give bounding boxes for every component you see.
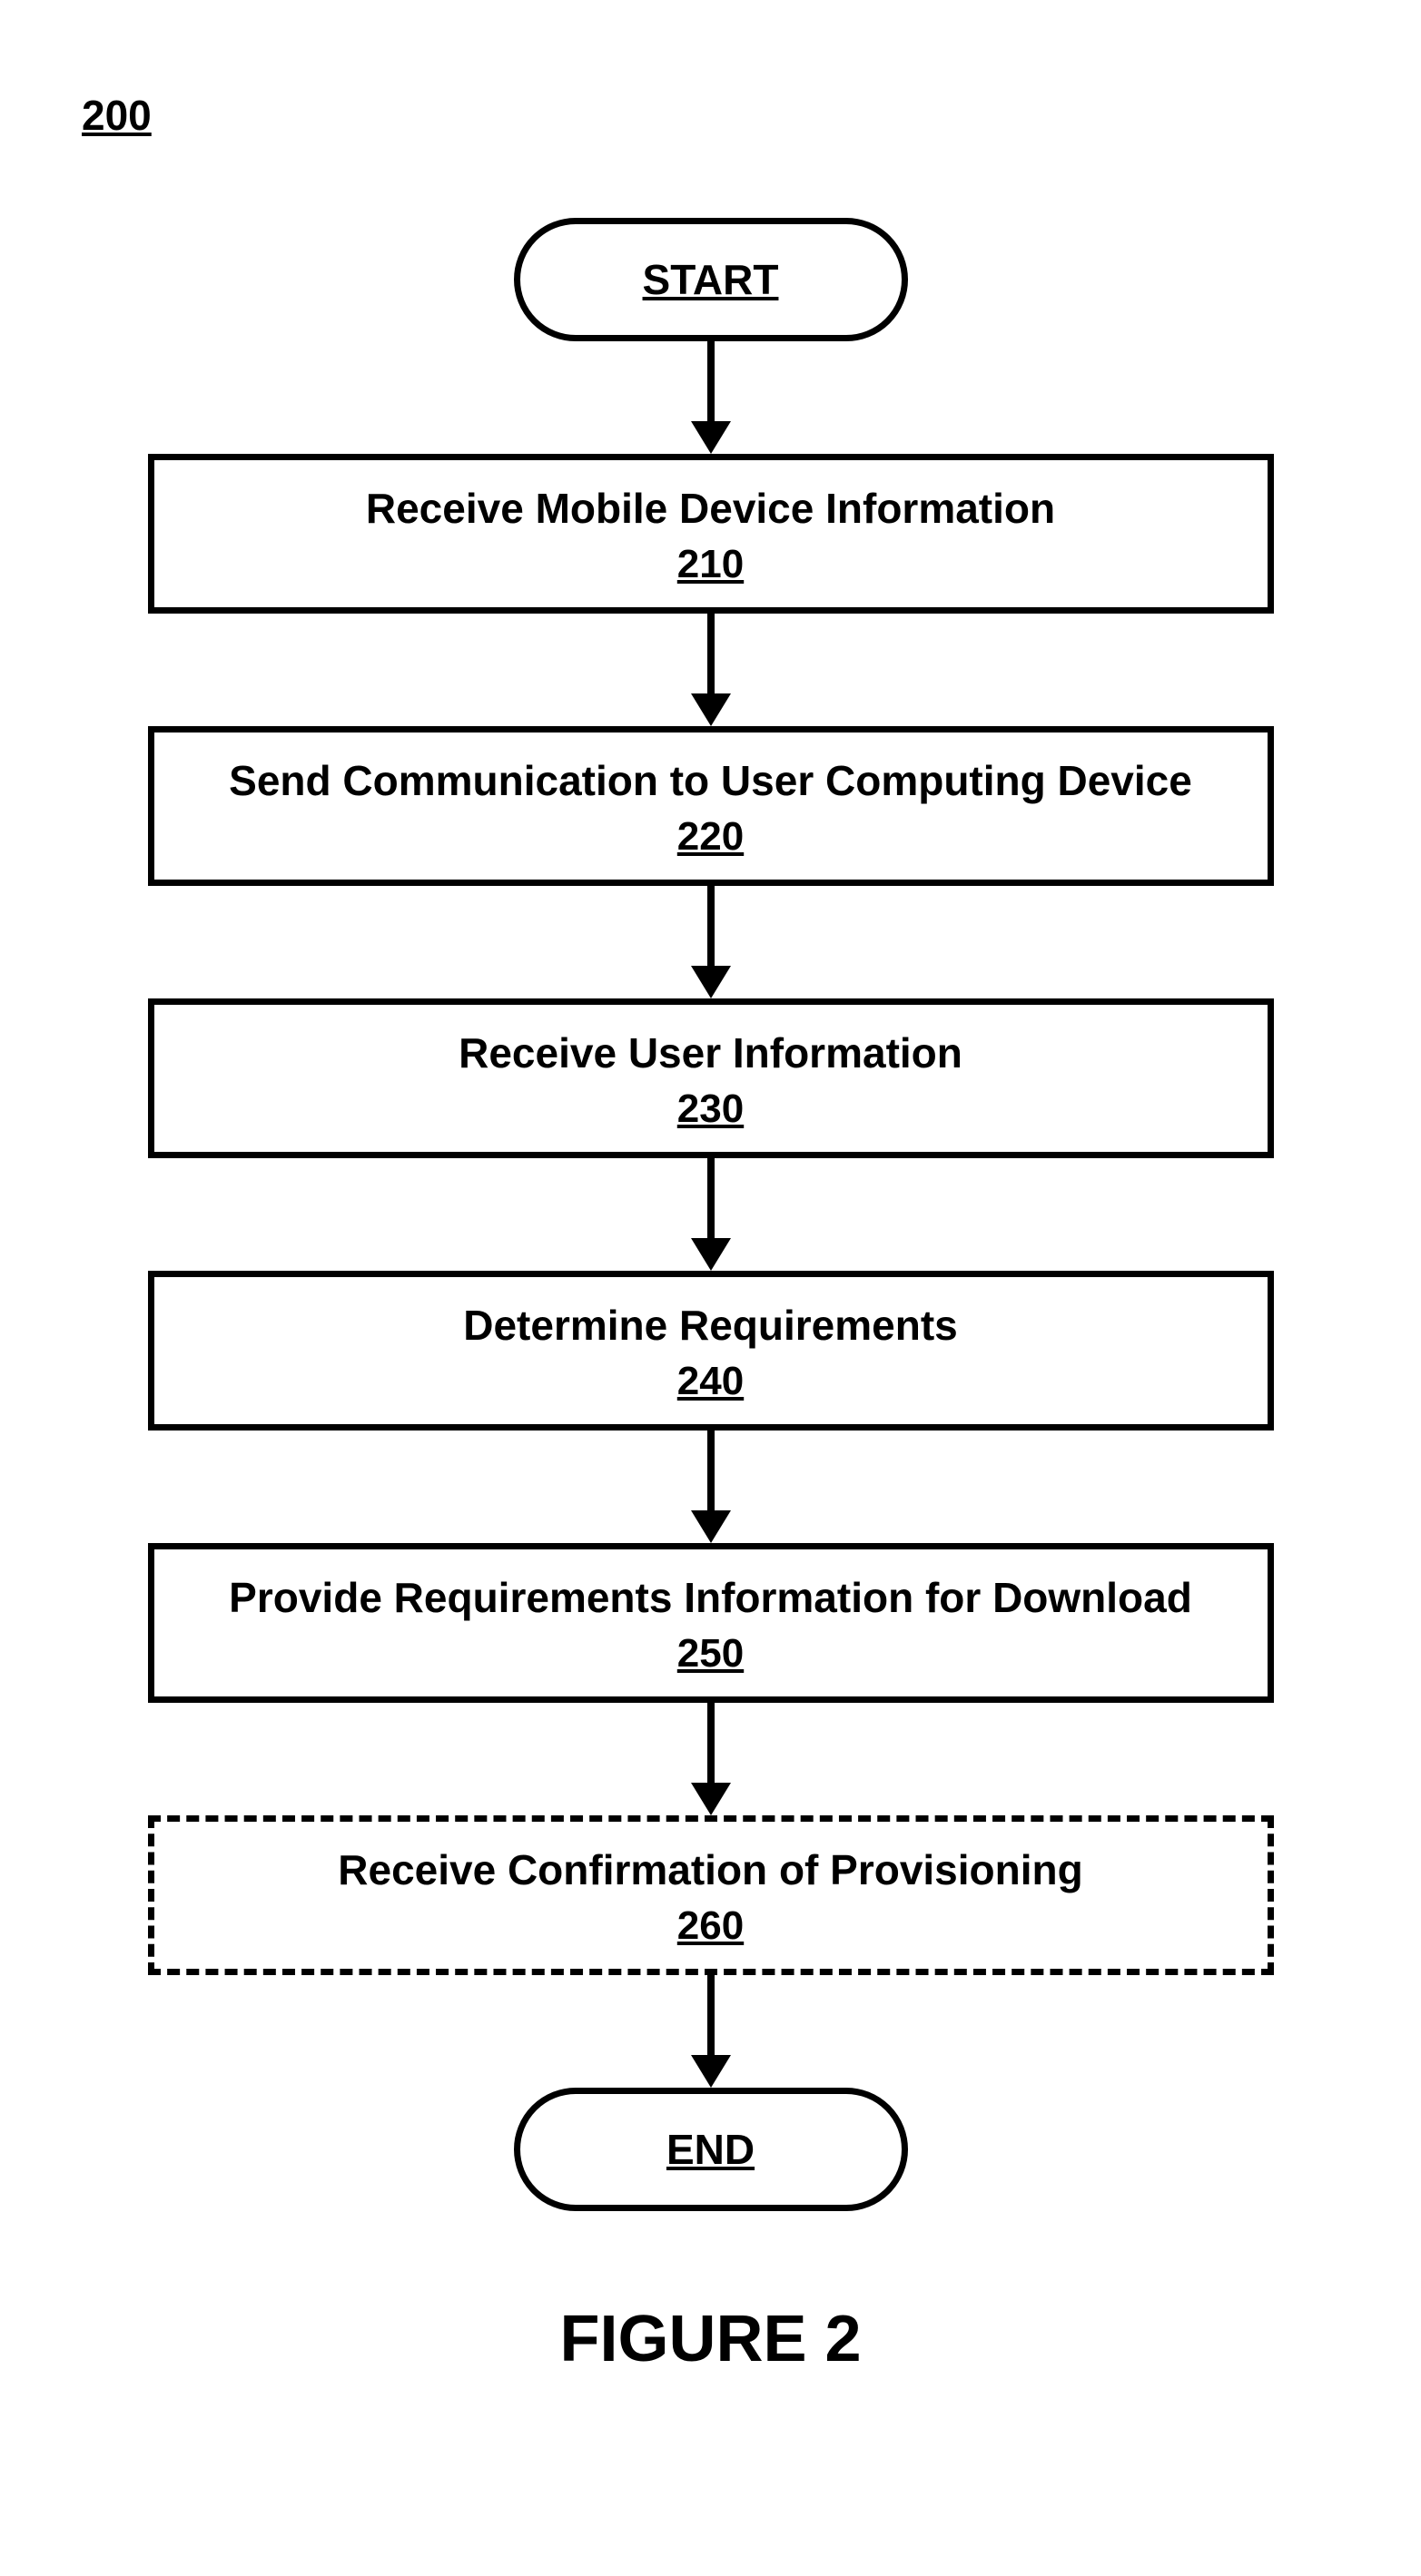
- arrow-head-icon: [691, 421, 731, 454]
- arrow-icon: [148, 1975, 1274, 2088]
- start-label: START: [593, 255, 829, 304]
- step-title: Receive Mobile Device Information: [173, 484, 1249, 533]
- step-260: Receive Confirmation of Provisioning 260: [148, 1815, 1274, 1975]
- arrow-icon: [148, 1158, 1274, 1271]
- step-number: 220: [173, 814, 1249, 860]
- end-terminator: END: [514, 2088, 908, 2211]
- arrow-icon: [691, 341, 731, 454]
- arrow-shaft: [707, 341, 715, 423]
- step-title: Determine Requirements: [173, 1301, 1249, 1350]
- step-title: Send Communication to User Computing Dev…: [173, 756, 1249, 805]
- step-number: 260: [173, 1903, 1249, 1949]
- arrow-icon: [148, 1703, 1274, 1815]
- arrow-icon: [148, 886, 1274, 998]
- figure-caption: FIGURE 2: [0, 2302, 1421, 2376]
- arrow-head-icon: [691, 966, 731, 998]
- arrow-head-icon: [691, 693, 731, 726]
- arrow-shaft: [707, 1431, 715, 1512]
- figure-number-label: 200: [82, 91, 152, 140]
- page: 200 START Receive Mobile Device Informat…: [0, 0, 1421, 2576]
- arrow-shaft: [707, 1703, 715, 1785]
- step-number: 240: [173, 1359, 1249, 1404]
- step-number: 230: [173, 1086, 1249, 1132]
- step-210: Receive Mobile Device Information 210: [148, 454, 1274, 614]
- arrow-head-icon: [691, 1510, 731, 1543]
- steps-container: Receive Mobile Device Information 210 Send…: [148, 454, 1274, 2088]
- arrow-icon: [148, 1431, 1274, 1543]
- step-number: 210: [173, 542, 1249, 587]
- arrow-shaft: [707, 1158, 715, 1240]
- step-title: Provide Requirements Information for Dow…: [173, 1573, 1249, 1622]
- step-220: Send Communication to User Computing Dev…: [148, 726, 1274, 886]
- arrow-head-icon: [691, 1783, 731, 1815]
- flowchart: START Receive Mobile Device Information 2…: [139, 218, 1283, 2211]
- arrow-shaft: [707, 1975, 715, 2057]
- end-label: END: [593, 2125, 829, 2174]
- arrow-icon: [148, 614, 1274, 726]
- step-230: Receive User Information 230: [148, 998, 1274, 1158]
- step-title: Receive User Information: [173, 1028, 1249, 1077]
- step-number: 250: [173, 1631, 1249, 1676]
- start-terminator: START: [514, 218, 908, 341]
- step-title: Receive Confirmation of Provisioning: [173, 1845, 1249, 1894]
- arrow-head-icon: [691, 1238, 731, 1271]
- arrow-head-icon: [691, 2055, 731, 2088]
- arrow-shaft: [707, 886, 715, 968]
- arrow-shaft: [707, 614, 715, 695]
- step-240: Determine Requirements 240: [148, 1271, 1274, 1431]
- step-250: Provide Requirements Information for Dow…: [148, 1543, 1274, 1703]
